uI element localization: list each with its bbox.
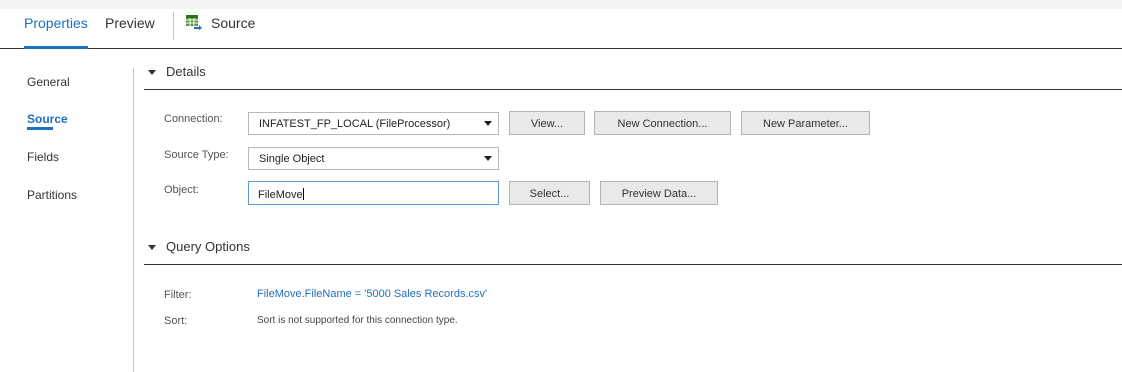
sort-label: Sort:: [164, 315, 188, 327]
new-parameter-button[interactable]: New Parameter...: [741, 111, 870, 135]
select-object-button[interactable]: Select...: [509, 181, 590, 205]
view-connection-button[interactable]: View...: [509, 111, 585, 135]
tab-bar: Properties Preview Source: [0, 9, 1122, 49]
tab-source[interactable]: Source: [211, 15, 255, 31]
caret-down-icon: [148, 70, 156, 75]
preview-data-button[interactable]: Preview Data...: [600, 181, 718, 205]
dropdown-arrow-icon: [484, 121, 492, 126]
query-options-section-header[interactable]: Query Options: [144, 237, 1122, 265]
tab-preview[interactable]: Preview: [105, 15, 155, 31]
query-options-section-title: Query Options: [166, 239, 250, 254]
filter-link[interactable]: FileMove.FileName = '5000 Sales Records.…: [257, 288, 487, 300]
connection-label: Connection:: [164, 113, 223, 125]
nav-item-fields[interactable]: Fields: [27, 150, 59, 164]
top-strip: [0, 0, 1122, 9]
object-label: Object:: [164, 184, 199, 196]
nav-item-source[interactable]: Source: [27, 112, 68, 126]
tab-divider: [173, 12, 174, 40]
new-connection-button[interactable]: New Connection...: [594, 111, 731, 135]
leftnav-divider: [133, 68, 134, 372]
table-arrow-icon: [186, 15, 202, 30]
object-value: FileMove: [258, 189, 303, 201]
sort-status-text: Sort is not supported for this connectio…: [257, 315, 458, 326]
source-type-select[interactable]: Single Object: [248, 147, 499, 170]
active-tab-indicator: [24, 46, 88, 49]
nav-item-general[interactable]: General: [27, 75, 70, 89]
caret-down-icon: [148, 245, 156, 250]
connection-select[interactable]: INFATEST_FP_LOCAL (FileProcessor): [248, 112, 499, 135]
filter-label: Filter:: [164, 289, 192, 301]
source-type-label: Source Type:: [164, 149, 229, 161]
details-section-header[interactable]: Details: [144, 62, 1122, 90]
connection-value: INFATEST_FP_LOCAL (FileProcessor): [259, 118, 451, 130]
dropdown-arrow-icon: [484, 156, 492, 161]
active-nav-indicator: [27, 127, 53, 130]
details-section-title: Details: [166, 64, 206, 79]
nav-item-partitions[interactable]: Partitions: [27, 188, 77, 202]
object-input[interactable]: FileMove: [248, 181, 499, 205]
tab-properties[interactable]: Properties: [24, 15, 88, 31]
text-cursor: [302, 188, 304, 200]
source-type-value: Single Object: [259, 153, 325, 165]
